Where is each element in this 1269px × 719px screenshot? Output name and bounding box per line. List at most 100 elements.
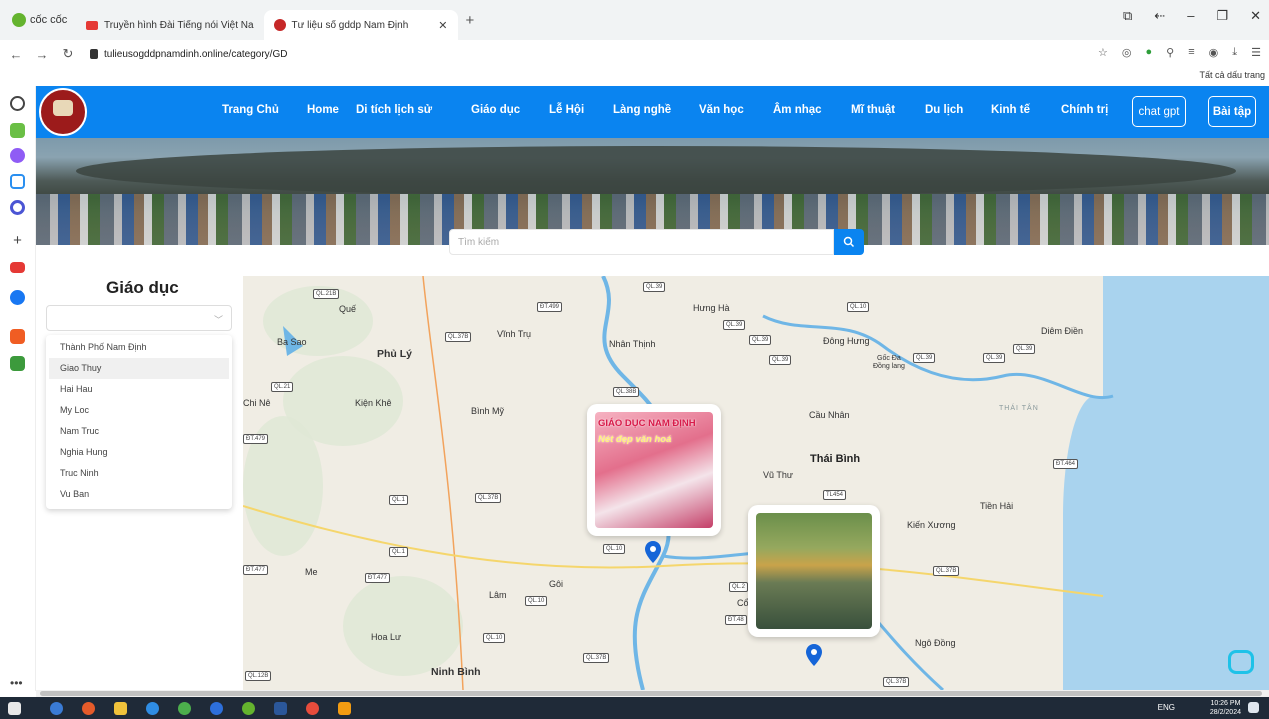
option-item[interactable]: Hai Hau <box>49 379 229 400</box>
ai-icon[interactable] <box>10 123 25 138</box>
road-label: QL.39 <box>643 282 666 292</box>
menu-am-nhac[interactable]: Âm nhạc <box>773 104 822 116</box>
menu-home[interactable]: Home <box>307 104 339 116</box>
search-input[interactable]: Tìm kiếm <box>449 229 834 255</box>
tab-close-icon[interactable]: ✕ <box>438 19 447 32</box>
browser-toolbar: ☆ ◎ ● ⚲ ≡ ◉ ⤓ ☰ <box>1098 46 1261 59</box>
shield-icon[interactable]: ◎ <box>1122 46 1132 59</box>
address-bar: ← → ↻ tulieusogddpnamdinh.online/categor… <box>0 40 1269 68</box>
coccoc-taskbar-icon[interactable] <box>242 702 255 715</box>
option-item[interactable]: Vu Ban <box>49 484 229 505</box>
search-button[interactable] <box>834 229 864 255</box>
option-item[interactable]: Giao Thuy <box>49 358 229 379</box>
menu-van-hoc[interactable]: Văn học <box>699 104 744 116</box>
shopee-icon[interactable] <box>10 329 25 344</box>
road-label: QL.10 <box>847 302 870 312</box>
app-icon[interactable] <box>210 702 223 715</box>
download-icon[interactable]: ⤓ <box>1232 46 1237 59</box>
reader-mode-icon[interactable]: ⧉ <box>1123 8 1132 24</box>
browser-brand[interactable]: cốc cốc <box>0 13 76 27</box>
menu-lang-nghe[interactable]: Làng nghề <box>613 104 671 116</box>
road-label: QL.38B <box>613 387 640 397</box>
all-bookmarks[interactable]: Tất cả dấu trang <box>1199 70 1265 80</box>
place-label: Ngô Đồng <box>915 638 956 648</box>
puzzle-icon[interactable]: ⚲ <box>1166 46 1174 59</box>
district-select[interactable]: ﹀ <box>46 305 232 331</box>
road-label: TL454 <box>823 490 847 500</box>
road-label: ĐT.477 <box>365 573 391 583</box>
app-icon[interactable] <box>338 702 351 715</box>
banner-lake <box>76 146 1236 196</box>
youtube-side-icon[interactable] <box>10 262 25 273</box>
map-pin-icon[interactable] <box>806 644 822 666</box>
app-icon[interactable] <box>178 702 191 715</box>
menu-kinh-te[interactable]: Kinh tế <box>991 104 1030 116</box>
option-item[interactable]: My Loc <box>49 400 229 421</box>
forward-icon[interactable]: → <box>32 47 52 62</box>
zalo-icon[interactable] <box>10 174 25 189</box>
playlist-icon[interactable]: ≡ <box>1188 46 1194 59</box>
word-icon[interactable] <box>274 702 287 715</box>
back-icon[interactable]: ← <box>6 47 26 62</box>
minimize-icon[interactable]: – <box>1187 8 1194 24</box>
option-item[interactable]: Truc Ninh <box>49 463 229 484</box>
district-options: Thành Phố Nam Định Giao Thuy Hai Hau My … <box>46 335 232 509</box>
history-icon[interactable] <box>10 96 25 111</box>
menu-mi-thuat[interactable]: Mĩ thuật <box>851 104 895 116</box>
clock[interactable]: 10:26 PM 28/2/2024 <box>1210 699 1241 717</box>
menu-chinh-tri[interactable]: Chính trị <box>1061 104 1108 116</box>
place-label: Gốc Đa <box>877 355 901 362</box>
option-item[interactable]: Nam Truc <box>49 421 229 442</box>
road-label: QL.1 <box>389 547 409 557</box>
map-card-temple[interactable] <box>748 505 880 637</box>
menu-du-lich[interactable]: Du lịch <box>925 104 963 116</box>
calendar-icon[interactable] <box>10 356 25 371</box>
option-item[interactable]: Nghia Hung <box>49 442 229 463</box>
star-icon[interactable]: ☆ <box>1098 46 1108 59</box>
add-icon[interactable]: + <box>10 233 25 249</box>
chat-gpt-button[interactable]: chat gpt <box>1132 96 1186 127</box>
url-field[interactable]: tulieusogddpnamdinh.online/category/GD <box>90 49 287 60</box>
windows-start-icon[interactable] <box>8 702 21 715</box>
app-icon[interactable] <box>146 702 159 715</box>
opera-icon[interactable] <box>306 702 319 715</box>
option-item[interactable]: Thành Phố Nam Định <box>49 337 229 358</box>
messenger-icon[interactable] <box>10 148 25 163</box>
more-icon[interactable]: ••• <box>10 676 23 690</box>
chat-icon[interactable] <box>1228 650 1254 674</box>
reload-icon[interactable]: ↻ <box>58 46 78 62</box>
site-logo[interactable] <box>39 88 87 136</box>
restore-icon[interactable]: ❐ <box>1216 8 1228 24</box>
map-pin-icon[interactable] <box>645 541 661 563</box>
new-tab-icon[interactable]: + <box>466 12 475 29</box>
tab-tulieuso[interactable]: Tư liệu số gddp Nam Định ✕ <box>263 10 458 40</box>
bai-tap-button[interactable]: Bài tập <box>1208 96 1256 127</box>
scrollbar-thumb[interactable] <box>40 691 1262 696</box>
menu-trang-chu[interactable]: Trang Chủ <box>222 104 279 116</box>
map[interactable]: QL.21B QL.39 ĐT.499 QL.10 QL.39 QL.37B Q… <box>243 276 1269 690</box>
close-window-icon[interactable]: ✕ <box>1250 8 1261 24</box>
place-label: Nhân Thịnh <box>609 339 656 349</box>
notification-icon[interactable] <box>1248 702 1259 713</box>
menu-di-tich[interactable]: Di tích lịch sử <box>356 104 432 116</box>
profile-icon[interactable]: ◉ <box>1209 46 1219 59</box>
chevron-down-icon: ﹀ <box>213 315 223 325</box>
place-label: Thái Bình <box>810 453 861 465</box>
app-icon[interactable] <box>82 702 95 715</box>
facebook-icon[interactable] <box>10 290 25 305</box>
map-card-giao-duc[interactable]: GIÁO DỤC NAM ĐỊNH Nét đẹp văn hoá <box>587 404 721 536</box>
menu-giao-duc[interactable]: Giáo dục <box>471 104 520 116</box>
search-q-icon[interactable] <box>10 200 25 215</box>
road-label: QL.10 <box>525 596 548 606</box>
extension-green-icon[interactable]: ● <box>1146 46 1153 59</box>
place-label: Diêm Điền <box>1041 326 1084 336</box>
horizontal-scrollbar[interactable] <box>36 690 1269 697</box>
menu-icon[interactable]: ☰ <box>1251 46 1261 59</box>
menu-le-hoi[interactable]: Lễ Hội <box>549 104 584 116</box>
app-icon[interactable] <box>50 702 63 715</box>
back-history-icon[interactable]: ⇠ <box>1154 8 1165 24</box>
place-label: Đồng lang <box>873 363 905 370</box>
file-explorer-icon[interactable] <box>114 702 127 715</box>
tray-lang[interactable]: ENG <box>1158 703 1175 712</box>
tab-vov[interactable]: Truyền hình Đài Tiếng nói Việt Na <box>76 10 264 40</box>
